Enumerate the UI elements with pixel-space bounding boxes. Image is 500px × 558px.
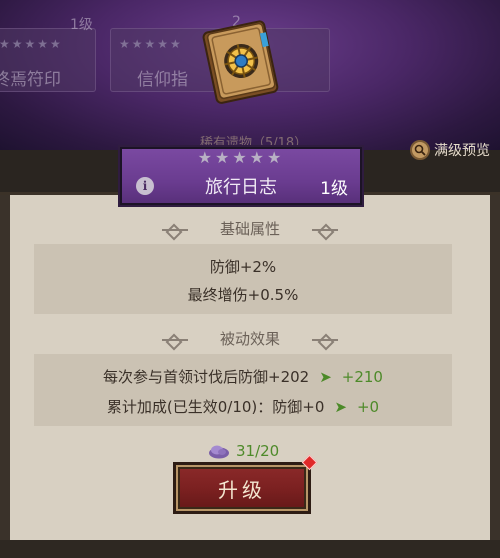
passive-effect-title: 被动效果 [219, 330, 280, 348]
background-card-stars: ★★★★★ [0, 37, 63, 51]
bottom-frame [0, 540, 500, 558]
item-title-banner: ★★★★★ i 旅行日志 1级 [118, 145, 364, 207]
preview-label: 满级预览 [434, 143, 490, 159]
magnifier-icon [410, 140, 430, 160]
cost-value: 31/20 [236, 442, 280, 460]
ornament-icon [312, 225, 338, 235]
upgrade-label: 升级 [218, 477, 266, 502]
passive-text: 累计加成(已生效0/10)：防御+0 [106, 398, 325, 416]
panel-frame-right [490, 195, 500, 558]
ore-icon [209, 445, 229, 459]
arrow-icon: ➤ [319, 367, 332, 386]
upgrade-button[interactable]: 升级 [173, 462, 311, 514]
background-card-left[interactable]: ★★★★★ 终焉符印 [0, 28, 96, 92]
base-stats-header: 基础属性 [0, 218, 500, 239]
ornament-icon [161, 225, 188, 235]
passive-text: 每次参与首领讨伐后防御+202 [103, 368, 310, 386]
book-icon [193, 16, 289, 104]
arrow-icon: ➤ [334, 397, 347, 416]
star-rating: ★★★★★ [197, 148, 285, 167]
passive-next-value: +0 [356, 397, 380, 416]
background-card-stars: ★★★★★ [119, 37, 183, 51]
ornament-icon [161, 335, 188, 345]
passive-effect-header: 被动效果 [0, 328, 500, 349]
ornament-icon [312, 335, 338, 345]
base-stat-line: 最终增伤+0.5% [187, 286, 299, 304]
passive-line: 每次参与首领讨伐后防御+202 ➤ +210 [34, 366, 452, 387]
passive-next-value: +210 [341, 367, 383, 386]
upgrade-cost: 31/20 [208, 442, 279, 460]
passive-effect-box: 每次参与首领讨伐后防御+202 ➤ +210 累计加成(已生效0/10)：防御+… [34, 354, 452, 426]
max-level-preview-button[interactable]: 满级预览 [410, 140, 490, 160]
base-stat-line: 防御+2% [209, 258, 277, 276]
base-stats-box: 防御+2% 最终增伤+0.5% [34, 244, 452, 314]
background-card-name: 信仰指 [137, 70, 188, 90]
base-stats-title: 基础属性 [219, 220, 280, 238]
item-level: 1级 [320, 179, 348, 199]
panel-frame-left [0, 195, 10, 558]
background-card-level: 1级 [70, 17, 93, 33]
passive-line: 累计加成(已生效0/10)：防御+0 ➤ +0 [34, 396, 452, 417]
background-card-name: 终焉符印 [0, 70, 61, 90]
